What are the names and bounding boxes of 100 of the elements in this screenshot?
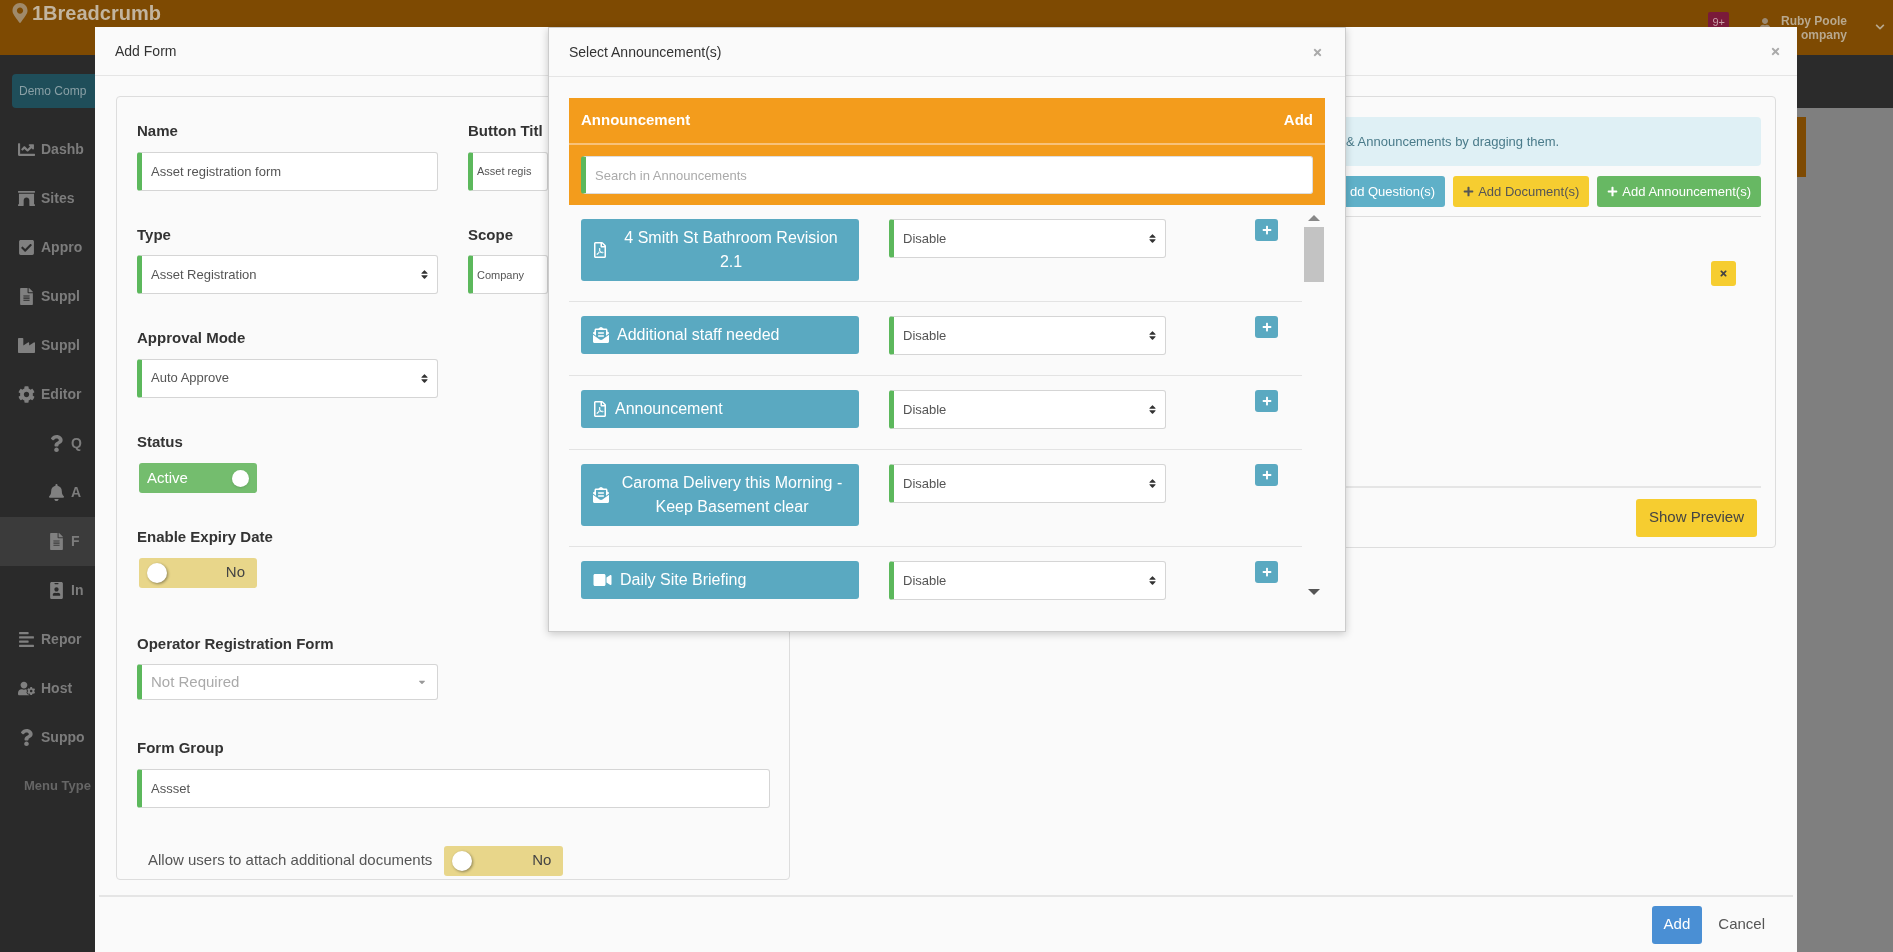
sidebar-item[interactable]: A <box>0 468 95 517</box>
sidebar-item[interactable]: Dashb <box>0 125 95 174</box>
sidebar-item[interactable]: Suppl <box>0 321 95 370</box>
document-icon <box>48 533 65 550</box>
line-chart-icon <box>18 141 35 158</box>
sidebar-item[interactable]: Editor <box>0 370 95 419</box>
search-field[interactable]: Search in Announcements <box>581 156 1313 194</box>
announcement-item[interactable]: Daily Site Briefing <box>581 561 859 599</box>
close-icon[interactable] <box>1312 46 1323 58</box>
field-label: Status <box>137 431 183 452</box>
sidebar-item[interactable]: Appro <box>0 223 95 272</box>
banner-edge <box>1797 117 1806 177</box>
archway-icon <box>18 190 35 207</box>
plus-icon <box>1261 396 1272 406</box>
add-row-button[interactable] <box>1255 316 1279 338</box>
dialog-title: Select Announcement(s) <box>569 42 722 62</box>
scroll-thumb[interactable] <box>1304 227 1325 282</box>
close-icon <box>1719 269 1728 278</box>
plus-icon <box>1261 470 1272 480</box>
show-preview-button[interactable]: Show Preview <box>1635 498 1757 537</box>
select-field[interactable]: Not Required <box>137 664 438 700</box>
sidebar-item[interactable]: Host <box>0 664 95 713</box>
help-icon <box>18 729 35 746</box>
add-row-button[interactable] <box>1255 561 1279 583</box>
company-button[interactable]: Demo Comp <box>12 74 95 108</box>
sidebar-item[interactable]: Q <box>0 419 95 468</box>
add-row-button[interactable] <box>1255 219 1279 241</box>
toggle-switch[interactable]: Active <box>139 463 257 493</box>
select-field[interactable]: Disable <box>889 561 1166 600</box>
envelope-icon <box>593 327 609 343</box>
announcement-item[interactable]: Caroma Delivery this Morning - Keep Basement clear <box>581 464 859 526</box>
select-field[interactable]: Disable <box>889 390 1166 429</box>
field-label: Enable Expiry Date <box>137 527 273 547</box>
panel-add-link[interactable]: Add <box>1283 109 1313 132</box>
close-icon[interactable] <box>1770 45 1781 57</box>
plus-icon <box>1261 322 1272 332</box>
bell-icon <box>48 484 65 501</box>
sort-icon <box>1148 575 1157 586</box>
scroll-up-icon <box>1308 215 1321 221</box>
text-input[interactable]: Asset registration form <box>137 151 438 191</box>
announcement-item[interactable]: 4 Smith St Bathroom Revision 2.1 <box>581 219 859 281</box>
video-camera-icon <box>593 572 612 588</box>
remove-button[interactable] <box>1711 261 1736 286</box>
logo-text: 1Breadcrumb <box>32 2 161 24</box>
document-icon <box>593 242 607 258</box>
sidebar-item[interactable]: Suppo <box>0 713 95 762</box>
announcement-item[interactable]: Additional staff needed <box>581 316 859 354</box>
envelope-icon <box>593 487 609 503</box>
sort-icon <box>420 269 429 280</box>
plus-icon <box>1607 186 1619 197</box>
plus-icon <box>1463 186 1475 197</box>
field-label: Form Group <box>137 738 224 758</box>
factory-icon <box>18 337 35 354</box>
text-input[interactable]: Company <box>468 255 548 294</box>
checkbox-icon <box>18 239 35 256</box>
document-icon <box>593 401 607 417</box>
user-settings-icon <box>18 680 35 697</box>
plus-icon <box>1261 225 1272 235</box>
sort-icon <box>1148 478 1157 489</box>
chevron-icon <box>1875 22 1885 32</box>
sort-icon <box>1148 233 1157 244</box>
select-field[interactable]: Asset Registration <box>137 255 438 294</box>
sort-icon <box>420 372 429 384</box>
add-row-button[interactable] <box>1255 390 1279 412</box>
panel-title: Announcement <box>581 110 691 131</box>
help-icon <box>48 435 65 452</box>
info-text: & Announcements by dragging them. <box>1346 132 1560 151</box>
text-input[interactable]: Asset regis <box>468 151 548 191</box>
add-item-button[interactable]: Add Announcement(s) <box>1597 176 1761 207</box>
select-field[interactable]: Disable <box>889 464 1166 503</box>
document-icon <box>18 288 35 305</box>
user-name: Ruby Poole <box>1781 14 1847 28</box>
logo-icon <box>12 3 28 23</box>
cancel-button[interactable]: Cancel <box>1710 905 1773 944</box>
badge-icon <box>48 582 65 599</box>
toggle-switch[interactable]: No <box>139 557 257 588</box>
user-company: ompany <box>1801 28 1847 42</box>
toggle-switch[interactable]: No <box>444 845 564 876</box>
field-label: Button Titl <box>468 121 543 141</box>
field-label: Approval Mode <box>137 328 246 348</box>
sort-icon <box>1148 330 1157 341</box>
sidebar-item[interactable]: Sites <box>0 174 95 223</box>
select-field[interactable]: Disable <box>889 219 1166 258</box>
sidebar-item[interactable]: F <box>0 517 95 566</box>
menu-type-label: Menu Type <box>23 777 92 795</box>
text-input[interactable]: Assset <box>137 768 770 808</box>
list-icon <box>18 631 35 648</box>
add-item-button[interactable]: Add Document(s) <box>1453 176 1590 207</box>
select-field[interactable]: Disable <box>889 316 1166 355</box>
add-row-button[interactable] <box>1255 464 1279 486</box>
announcement-item[interactable]: Announcement <box>581 390 859 428</box>
sidebar-item[interactable]: Suppl <box>0 272 95 321</box>
sidebar-item[interactable]: Repor <box>0 615 95 664</box>
sidebar-item[interactable]: In <box>0 566 95 615</box>
select-field[interactable]: Auto Approve <box>137 358 438 398</box>
field-label: Type <box>137 224 171 245</box>
add-button[interactable]: Add <box>1651 905 1703 944</box>
settings-icon <box>18 386 35 403</box>
field-label: Name <box>137 121 178 141</box>
scroll-down-icon <box>1308 589 1321 595</box>
